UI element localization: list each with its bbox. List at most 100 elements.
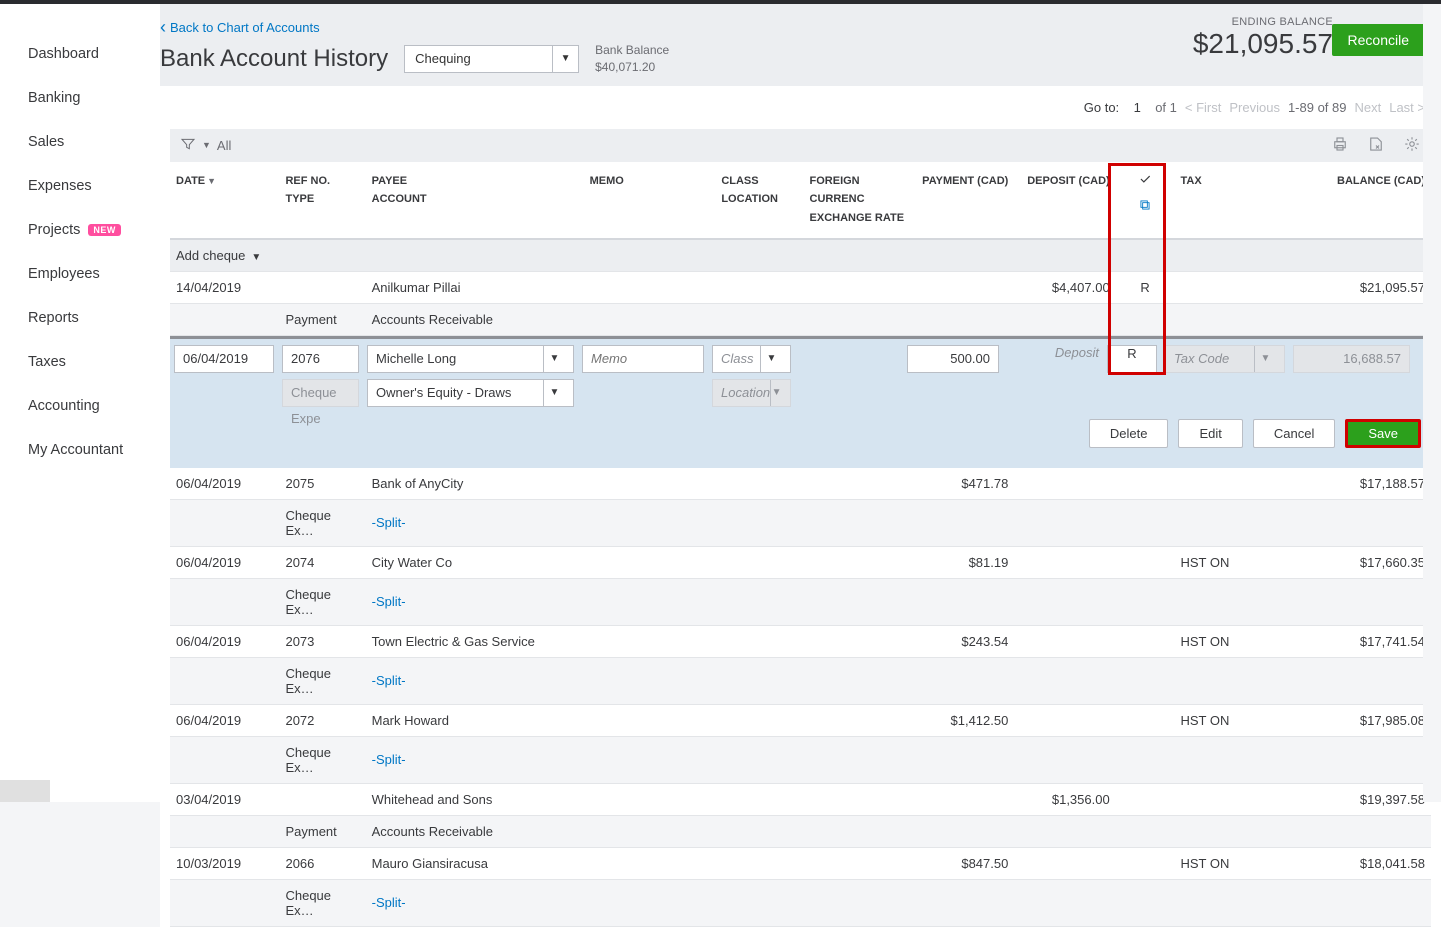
checkmark-icon <box>1122 172 1169 193</box>
split-link[interactable]: -Split- <box>372 673 406 688</box>
sidebar-item-dashboard[interactable]: Dashboard <box>0 32 160 76</box>
cell-payee: Whitehead and Sons <box>366 783 584 815</box>
sidebar-item-employees[interactable]: Employees <box>0 252 160 296</box>
split-link[interactable]: -Split- <box>372 895 406 910</box>
table-subrow[interactable]: Cheque Ex… -Split- <box>170 736 1431 783</box>
cell-balance: $17,188.57 <box>1304 468 1431 500</box>
table-row[interactable]: 06/04/2019 2072 Mark Howard $1,412.50 HS… <box>170 704 1431 736</box>
cell-tax <box>1174 783 1304 815</box>
col-memo[interactable]: MEMO <box>584 162 716 239</box>
print-icon[interactable] <box>1331 135 1349 156</box>
edit-payment-input[interactable] <box>907 345 999 373</box>
edit-memo-input[interactable] <box>582 345 704 373</box>
cell-class <box>715 546 803 578</box>
filter-label[interactable]: All <box>217 138 231 153</box>
cell-deposit <box>1014 625 1115 657</box>
cell-fx <box>804 783 913 815</box>
sidebar-item-reports[interactable]: Reports <box>0 296 160 340</box>
table-row[interactable]: 03/04/2019 Whitehead and Sons $1,356.00 … <box>170 783 1431 815</box>
cell-fx <box>804 625 913 657</box>
add-cheque-row[interactable]: Add cheque▼ <box>170 239 1431 272</box>
first-page-link[interactable]: < First <box>1185 100 1221 115</box>
table-row[interactable]: 10/03/2019 2066 Mauro Giansiracusa $847.… <box>170 847 1431 879</box>
caret-down-icon: ▼ <box>770 380 782 406</box>
sidebar-item-sales[interactable]: Sales <box>0 120 160 164</box>
col-tax[interactable]: TAX <box>1174 162 1304 239</box>
edit-account-select[interactable]: Owner's Equity - Draws▼ <box>367 379 574 407</box>
cell-class <box>715 625 803 657</box>
table-subrow[interactable]: Payment Accounts Receivable <box>170 815 1431 847</box>
sidebar-item-expenses[interactable]: Expenses <box>0 164 160 208</box>
back-link[interactable]: ‹ Back to Chart of Accounts <box>160 18 320 36</box>
table-row[interactable]: 06/04/2019 2074 City Water Co $81.19 HST… <box>170 546 1431 578</box>
last-page-link[interactable]: Last > <box>1389 100 1425 115</box>
cell-date: 06/04/2019 <box>170 625 279 657</box>
transactions-table: DATE▼ REF NO.TYPE PAYEEACCOUNT MEMO CLAS… <box>170 162 1431 927</box>
table-row[interactable]: 14/04/2019 Anilkumar Pillai $4,407.00 R … <box>170 271 1431 303</box>
sidebar-label: Banking <box>28 90 80 106</box>
split-link[interactable]: -Split- <box>372 594 406 609</box>
previous-page-link[interactable]: Previous <box>1229 100 1280 115</box>
edit-tax-select[interactable]: Tax Code▼ <box>1165 345 1285 373</box>
col-payment[interactable]: PAYMENT (CAD) <box>913 162 1014 239</box>
col-foreign[interactable]: FOREIGN CURRENCEXCHANGE RATE <box>804 162 913 239</box>
col-payee[interactable]: PAYEEACCOUNT <box>366 162 584 239</box>
edit-location-select[interactable]: Location▼ <box>712 379 791 407</box>
goto-of-label: of 1 <box>1155 100 1177 115</box>
cell-fx <box>804 468 913 500</box>
next-page-link[interactable]: Next <box>1354 100 1381 115</box>
reconcile-button[interactable]: Reconcile <box>1332 24 1425 56</box>
cell-ref: 2066 <box>279 847 365 879</box>
sidebar-label: Sales <box>28 134 64 150</box>
gear-icon[interactable] <box>1403 135 1421 156</box>
cell-payment <box>913 783 1014 815</box>
cell-class <box>715 783 803 815</box>
save-button[interactable]: Save <box>1345 419 1421 448</box>
table-subrow[interactable]: Cheque Ex… -Split- <box>170 499 1431 546</box>
sidebar-item-my-accountant[interactable]: My Accountant <box>0 428 160 472</box>
split-link[interactable]: -Split- <box>372 752 406 767</box>
scrollbar-track[interactable] <box>1423 4 1441 802</box>
cell-payee: Bank of AnyCity <box>366 468 584 500</box>
cell-ref: 2075 <box>279 468 365 500</box>
account-select[interactable]: Chequing ▼ <box>404 45 579 73</box>
col-ref[interactable]: REF NO.TYPE <box>279 162 365 239</box>
cancel-button[interactable]: Cancel <box>1253 419 1335 448</box>
table-subrow[interactable]: Cheque Ex… -Split- <box>170 657 1431 704</box>
caret-down-icon: ▼ <box>760 346 782 372</box>
sidebar-item-taxes[interactable]: Taxes <box>0 340 160 384</box>
edit-ref-input[interactable] <box>282 345 359 373</box>
cell-class <box>715 704 803 736</box>
sidebar-item-accounting[interactable]: Accounting <box>0 384 160 428</box>
copy-icon[interactable] <box>1122 192 1169 219</box>
edit-payee-select[interactable]: Michelle Long▼ <box>367 345 574 373</box>
goto-page-input[interactable] <box>1127 100 1147 115</box>
filter-icon[interactable] <box>180 136 196 155</box>
edit-date-input[interactable] <box>174 345 274 373</box>
table-subrow[interactable]: Payment Accounts Receivable <box>170 303 1431 335</box>
col-balance[interactable]: BALANCE (CAD) <box>1304 162 1431 239</box>
filter-caret-icon[interactable]: ▼ <box>202 140 211 150</box>
col-date[interactable]: DATE▼ <box>170 162 279 239</box>
cell-memo <box>584 468 716 500</box>
col-class[interactable]: CLASSLOCATION <box>715 162 803 239</box>
cell-payee: Anilkumar Pillai <box>366 271 584 303</box>
table-subrow[interactable]: Cheque Ex… -Split- <box>170 578 1431 625</box>
sidebar-label: My Accountant <box>28 442 123 458</box>
cell-class <box>715 468 803 500</box>
sidebar-item-projects[interactable]: ProjectsNEW <box>0 208 160 252</box>
edit-class-select[interactable]: Class▼ <box>712 345 791 373</box>
col-reconcile[interactable] <box>1116 162 1175 239</box>
sidebar-item-banking[interactable]: Banking <box>0 76 160 120</box>
table-row[interactable]: 06/04/2019 2073 Town Electric & Gas Serv… <box>170 625 1431 657</box>
col-deposit[interactable]: DEPOSIT (CAD) <box>1014 162 1115 239</box>
delete-button[interactable]: Delete <box>1089 419 1169 448</box>
edit-button[interactable]: Edit <box>1178 419 1242 448</box>
table-subrow[interactable]: Cheque Ex… -Split- <box>170 879 1431 926</box>
split-link[interactable]: -Split- <box>372 515 406 530</box>
export-icon[interactable] <box>1367 135 1385 156</box>
sidebar-label: Accounting <box>28 398 100 414</box>
table-row[interactable]: 06/04/2019 2075 Bank of AnyCity $471.78 … <box>170 468 1431 500</box>
col-date-label: DATE <box>176 175 205 187</box>
edit-reconcile-status[interactable]: R <box>1107 345 1157 373</box>
